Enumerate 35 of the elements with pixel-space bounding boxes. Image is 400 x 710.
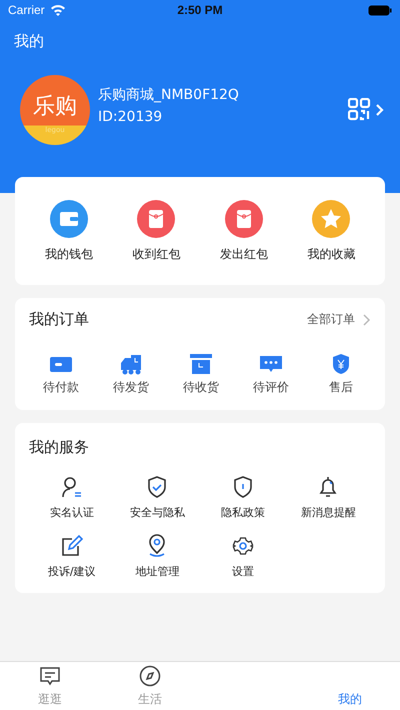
wifi-icon [50,4,66,16]
order-status-button[interactable]: 待发货 [101,353,161,396]
quick-action-button[interactable]: 我的收藏 [307,200,356,262]
order-status-button[interactable]: 售后 [311,353,371,396]
order-status-button[interactable]: 待收货 [171,353,231,396]
battery-icon [368,4,392,16]
user-id: ID:20139 [98,108,164,124]
carrier-label: Carrier [8,3,45,17]
quick-action-button[interactable]: 发出红包 [220,200,268,262]
order-status-button[interactable]: 待评价 [241,353,301,396]
message-icon [39,665,61,687]
edit-icon [60,534,84,558]
all-orders-link[interactable]: 全部订单 [307,311,371,328]
service-button[interactable]: 地址管理 [114,534,200,579]
order-status-button[interactable]: 待付款 [31,353,91,396]
quick-action-button[interactable]: 收到红包 [132,200,180,262]
compass-icon [139,665,161,687]
page-title: 我的 [14,32,45,51]
service-button[interactable]: 投诉/建议 [29,534,114,579]
service-button[interactable]: 安全与隐私 [114,475,200,520]
service-button[interactable]: 新消息提醒 [286,475,371,520]
user-name: 乐购商城_NMB0F12Q [98,86,240,104]
truck-icon [119,353,143,375]
quick-action-button[interactable]: 我的钱包 [44,200,93,262]
section-title: 我的订单 [29,310,89,329]
person-icon [60,475,84,499]
service-button[interactable]: 设置 [200,534,286,579]
qr-code-icon[interactable] [348,98,384,122]
box-icon [189,353,213,375]
tab-bar-item[interactable]: 我的 [300,662,400,710]
service-button[interactable]: 实名认证 [29,475,114,520]
status-time: 2:50 PM [177,3,223,17]
chevron-icon [361,314,371,326]
service-button[interactable]: 隐私政策 [200,475,286,520]
section-title: 我的服务 [29,438,89,456]
